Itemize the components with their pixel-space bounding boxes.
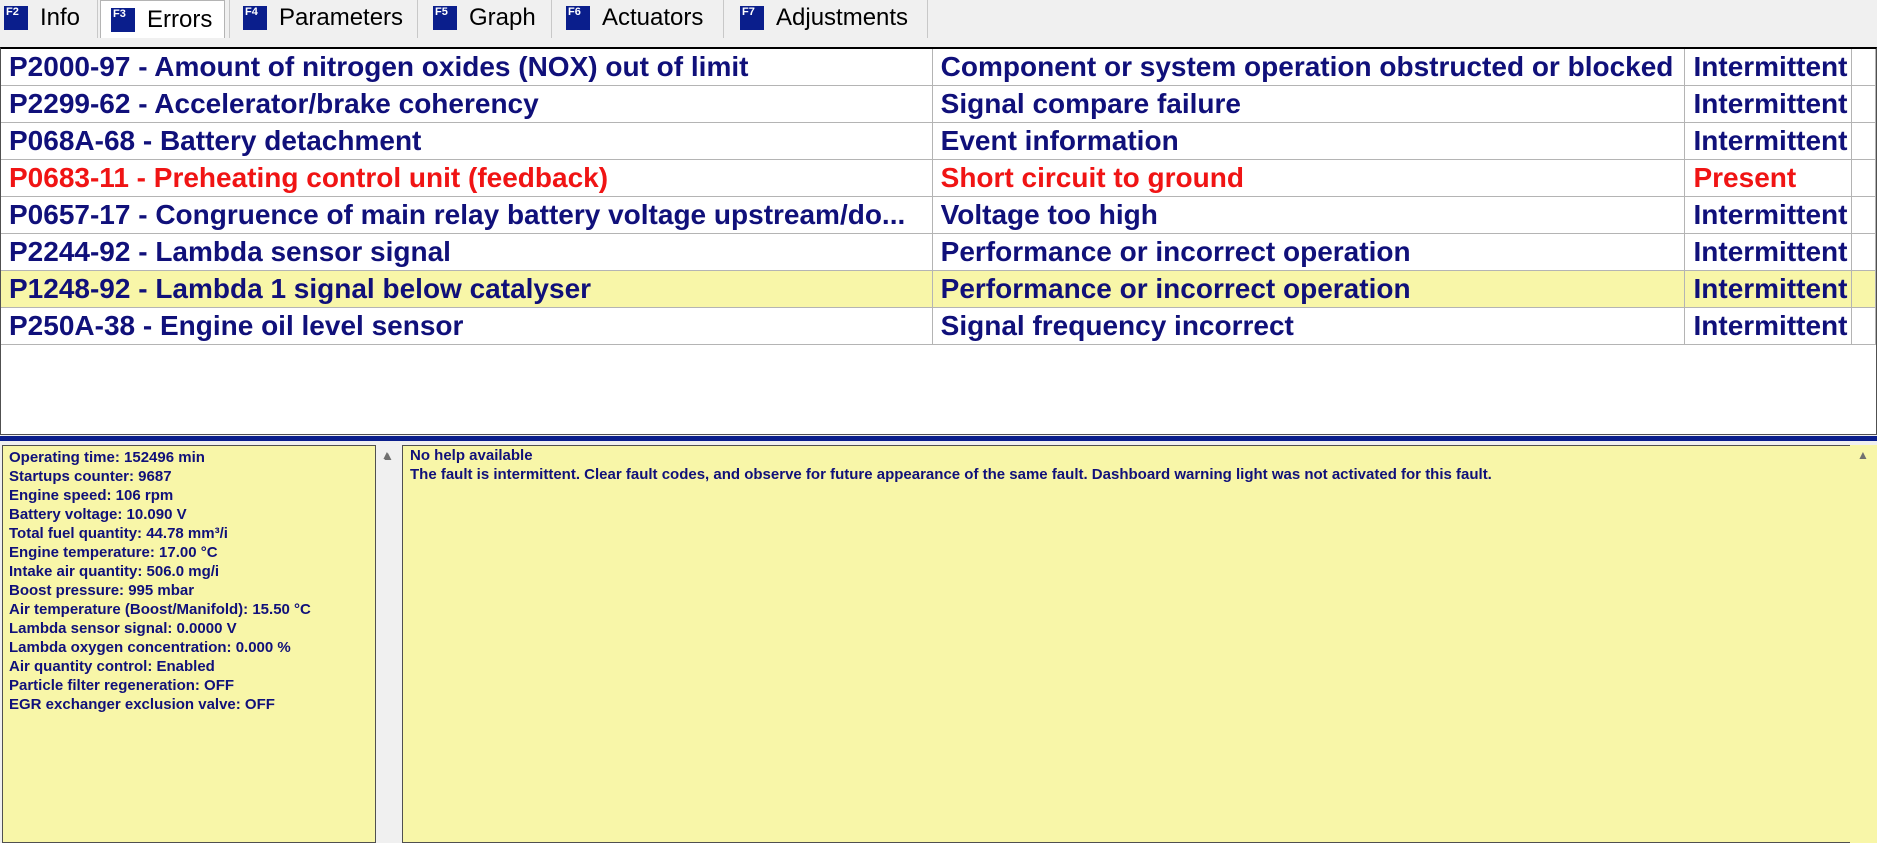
freeze-frame-item: Engine temperature: 17.00 °C [9,544,218,561]
freeze-frame-list: Operating time: 152496 min Startups coun… [9,448,311,714]
fault-row-end [1851,196,1877,234]
tab-separator [551,0,552,38]
freeze-frame-item: Total fuel quantity: 44.78 mm³/i [9,525,228,542]
fault-status-cell: Intermittent [1684,122,1852,160]
help-title: No help available [410,447,533,464]
fault-description-cell: Signal compare failure [932,85,1686,123]
fault-code-cell: P2000-97 - Amount of nitrogen oxides (NO… [1,49,933,86]
fault-list-panel: P2000-97 - Amount of nitrogen oxides (NO… [0,47,1877,435]
fault-row[interactable]: P0657-17 - Congruence of main relay batt… [1,196,1877,234]
help-pane: No help available The fault is intermitt… [402,445,1854,843]
f5-key-badge: F5 [433,6,457,30]
fault-code-cell: P2244-92 - Lambda sensor signal [1,233,933,271]
tab-label: Actuators [602,4,704,31]
fault-row-present[interactable]: P0683-11 - Preheating control unit (feed… [1,159,1877,197]
fault-description-cell: Short circuit to ground [932,159,1686,197]
tab-label: Adjustments [776,4,909,31]
fault-code-cell: P0683-11 - Preheating control unit (feed… [1,159,933,197]
fault-row-selected[interactable]: P1248-92 - Lambda 1 signal below catalys… [1,270,1877,308]
tab-actuators[interactable]: F6 Actuators [566,0,726,36]
fault-row[interactable]: P068A-68 - Battery detachment Event info… [1,122,1877,160]
freeze-frame-item: Intake air quantity: 506.0 mg/i [9,563,220,580]
freeze-frame-pane: Operating time: 152496 min Startups coun… [2,445,394,843]
fault-table: P2000-97 - Amount of nitrogen oxides (NO… [1,49,1877,345]
tab-label: Info [40,4,81,31]
freeze-frame-item: Engine speed: 106 rpm [9,487,174,504]
freeze-frame-item: Startups counter: 9687 [9,468,172,485]
fault-row-end [1851,122,1877,160]
f4-key-badge: F4 [243,6,267,30]
fault-code-cell: P0657-17 - Congruence of main relay batt… [1,196,933,234]
fault-description-cell: Event information [932,122,1686,160]
panel-divider[interactable] [0,436,1877,441]
f7-key-badge: F7 [740,6,764,30]
help-scrollbar[interactable]: ▲ [1850,445,1877,843]
tab-label: Parameters [279,4,404,31]
fault-status-cell: Intermittent [1684,233,1852,271]
freeze-frame-item: Operating time: 152496 min [9,449,205,466]
fault-status-cell: Intermittent [1684,307,1852,345]
tab-adjustments[interactable]: F7 Adjustments [740,0,930,36]
fault-status-cell: Intermittent [1684,49,1852,86]
f3-key-badge: F3 [111,7,135,32]
freeze-frame-item: Air temperature (Boost/Manifold): 15.50 … [9,601,311,618]
fault-description-cell: Signal frequency incorrect [932,307,1686,345]
tab-separator [97,0,98,38]
fault-description-cell: Performance or incorrect operation [932,233,1686,271]
tab-separator [417,0,418,38]
fault-row-end [1851,85,1877,123]
freeze-frame-item: EGR exchanger exclusion valve: OFF [9,696,275,713]
fault-row-end [1851,159,1877,197]
fault-description-cell: Component or system operation obstructed… [932,49,1686,86]
tab-parameters[interactable]: F4 Parameters [243,0,413,36]
fault-status-cell: Intermittent [1684,270,1852,308]
fault-row[interactable]: P2244-92 - Lambda sensor signal Performa… [1,233,1877,271]
tab-separator [927,0,928,38]
fault-code-cell: P2299-62 - Accelerator/brake coherency [1,85,933,123]
help-scroll-up-icon[interactable]: ▲ [1856,448,1870,462]
fault-row-end [1851,270,1877,308]
tab-errors[interactable]: F3 Errors [100,0,225,38]
fault-row[interactable]: P2000-97 - Amount of nitrogen oxides (NO… [1,49,1877,86]
freeze-scroll-up-icon[interactable]: ▲ [380,448,394,462]
fault-code-cell: P250A-38 - Engine oil level sensor [1,307,933,345]
tab-label: Errors [147,5,213,33]
fault-description-cell: Voltage too high [932,196,1686,234]
fault-status-cell: Present [1684,159,1852,197]
tab-separator [229,0,230,38]
f2-key-badge: F2 [4,6,28,30]
tab-label: Graph [469,4,536,31]
tab-info[interactable]: F2 Info [4,0,92,36]
fault-description-cell: Performance or incorrect operation [932,270,1686,308]
freeze-frame-item: Lambda sensor signal: 0.0000 V [9,620,237,637]
fault-row[interactable]: P250A-38 - Engine oil level sensor Signa… [1,307,1877,345]
fault-row-end [1851,233,1877,271]
fault-code-cell: P1248-92 - Lambda 1 signal below catalys… [1,270,933,308]
fault-status-cell: Intermittent [1684,85,1852,123]
fault-row-end [1851,307,1877,345]
fault-status-cell: Intermittent [1684,196,1852,234]
tab-bar: F2 Info F3 Errors F4 Parameters F5 Graph… [0,0,1877,40]
freeze-frame-item: Air quantity control: Enabled [9,658,215,675]
help-text: The fault is intermittent. Clear fault c… [410,466,1492,483]
freeze-frame-item: Battery voltage: 10.090 V [9,506,187,523]
tab-graph[interactable]: F5 Graph [433,0,548,36]
freeze-frame-item: Particle filter regeneration: OFF [9,677,235,694]
fault-row-end [1851,49,1877,86]
freeze-frame-item: Lambda oxygen concentration: 0.000 % [9,639,291,656]
f6-key-badge: F6 [566,6,590,30]
fault-code-cell: P068A-68 - Battery detachment [1,122,933,160]
tab-separator [723,0,724,38]
freeze-frame-item: Boost pressure: 995 mbar [9,582,195,599]
fault-row[interactable]: P2299-62 - Accelerator/brake coherency S… [1,85,1877,123]
